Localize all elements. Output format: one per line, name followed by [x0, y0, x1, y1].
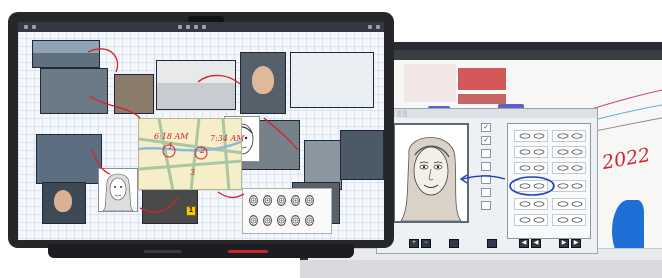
- red-annotation-arrows: [87, 48, 299, 213]
- forensic-sketch-app-window: ✓ ✓ + − ◀ ◀ ▶ ▶: [376, 108, 598, 254]
- annotation-arrow: [87, 48, 119, 73]
- annotation-arrow: [263, 117, 299, 151]
- annotation-arrow: [89, 95, 141, 119]
- speaker-grille: [144, 250, 182, 253]
- front-display-screen: 6:18 AM 7:34 AM 1 2 3 1: [18, 22, 384, 240]
- annotation-arrow: [217, 191, 245, 199]
- speaker-grille-accent: [228, 250, 268, 253]
- back-display-bezel: [300, 260, 662, 278]
- annotation-arrow: [197, 74, 241, 85]
- annotation-arrow: [91, 149, 111, 175]
- connector-arrow: [459, 174, 506, 184]
- annotation-arrow: [139, 197, 179, 213]
- front-interactive-display: 6:18 AM 7:34 AM 1 2 3 1: [8, 12, 394, 258]
- front-display-speaker-bar: [48, 244, 354, 258]
